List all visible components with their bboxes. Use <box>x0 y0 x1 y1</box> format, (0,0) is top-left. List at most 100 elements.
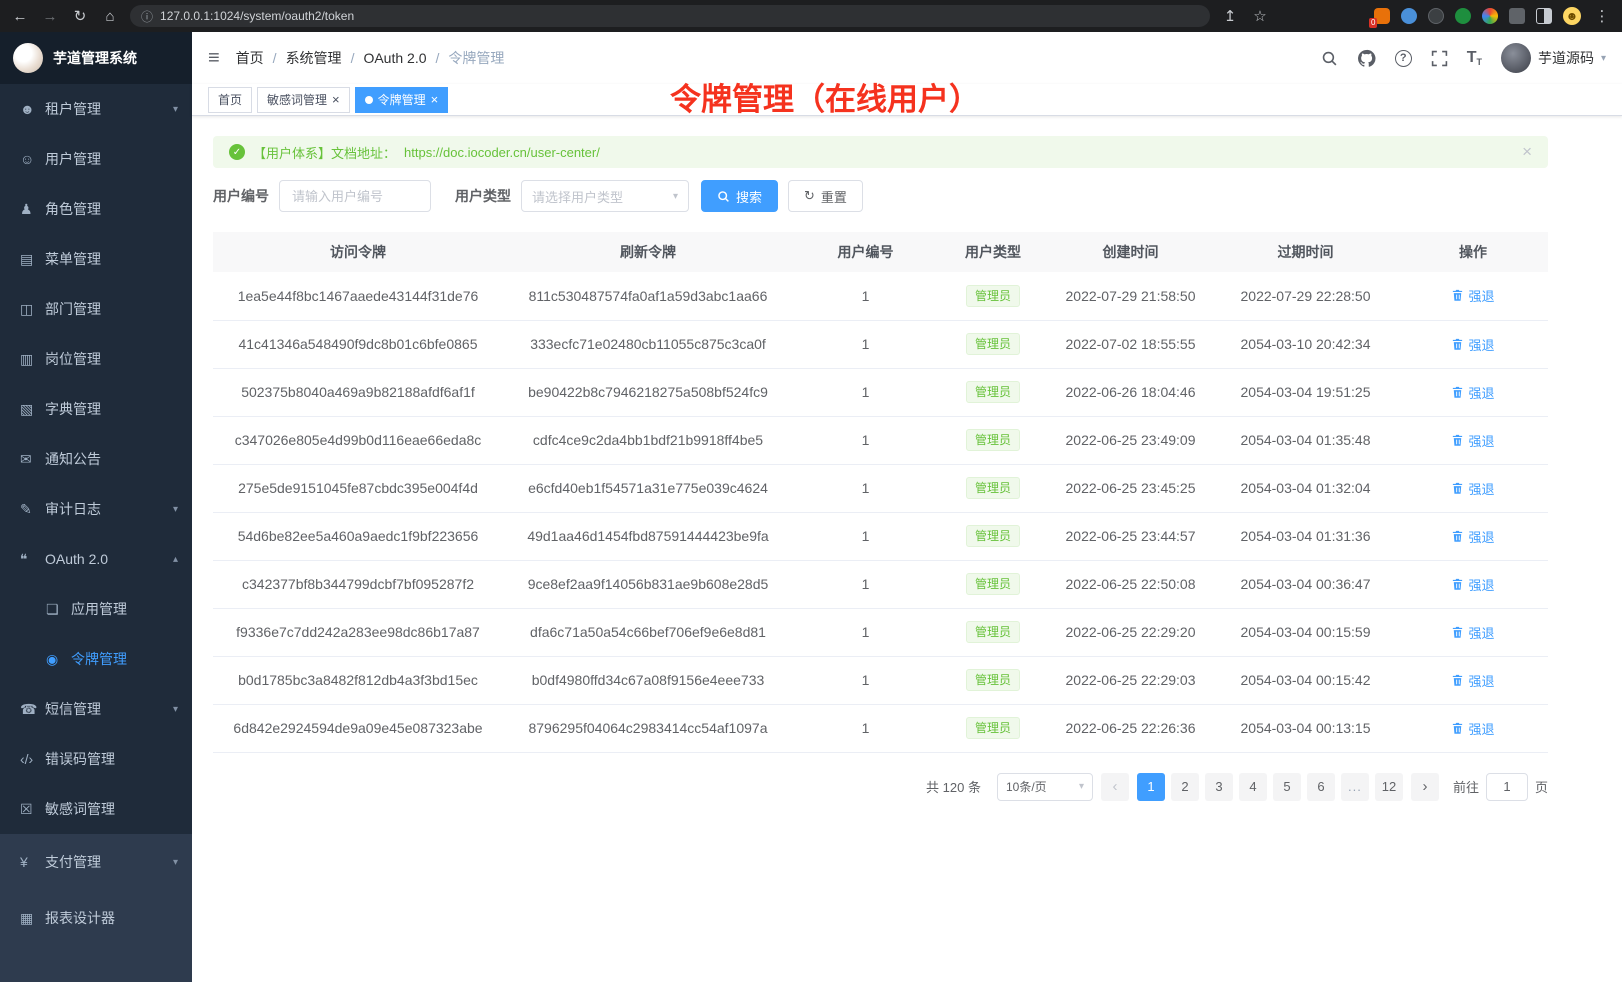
next-page-button[interactable]: › <box>1411 773 1439 801</box>
force-logout-link[interactable]: 强退 <box>1451 431 1494 450</box>
breadcrumb-item[interactable]: 系统管理 <box>286 48 342 68</box>
sidebar-item-label: 字典管理 <box>45 399 178 419</box>
page-size-select[interactable]: 10条/页 ▾ <box>997 773 1093 801</box>
search-icon[interactable] <box>1321 50 1338 67</box>
access-token-cell: 54d6be82ee5a460a9aedc1f9bf223656 <box>213 512 503 560</box>
sidebar-item-notice[interactable]: ✉通知公告 <box>0 434 192 484</box>
force-logout-link[interactable]: 强退 <box>1451 575 1494 594</box>
sms-icon: ☎ <box>20 701 45 718</box>
page-button-3[interactable]: 3 <box>1205 773 1233 801</box>
expire-time-cell: 2054-03-04 19:51:25 <box>1213 368 1398 416</box>
force-logout-label: 强退 <box>1468 671 1494 690</box>
force-logout-link[interactable]: 强退 <box>1451 335 1494 354</box>
sidebar-toggle-icon[interactable]: ≡ <box>208 47 220 70</box>
reset-button[interactable]: ↻ 重置 <box>788 180 863 212</box>
page-button-4[interactable]: 4 <box>1239 773 1267 801</box>
user-id-cell: 1 <box>793 560 938 608</box>
page-button-12[interactable]: 12 <box>1375 773 1403 801</box>
tab-home[interactable]: 首页 <box>208 87 252 113</box>
sidebar-item-menu[interactable]: ▤菜单管理 <box>0 234 192 284</box>
tab-label: 令牌管理 <box>378 91 426 108</box>
breadcrumb-item: 令牌管理 <box>448 48 504 68</box>
tab-sensitive[interactable]: 敏感词管理× <box>257 87 350 113</box>
font-size-icon[interactable]: TT <box>1467 49 1482 67</box>
sidebar-item-sms[interactable]: ☎短信管理▾ <box>0 684 192 734</box>
sidebar-item-oauth[interactable]: ❝OAuth 2.0▴ <box>0 534 192 584</box>
created-time-cell: 2022-06-25 23:49:09 <box>1048 416 1213 464</box>
extension-icon[interactable] <box>1482 8 1498 24</box>
tab-token[interactable]: 令牌管理 × <box>355 87 449 113</box>
search-button[interactable]: 搜索 <box>701 180 778 212</box>
force-logout-link[interactable]: 强退 <box>1451 383 1494 402</box>
sidebar-item-role[interactable]: ♟角色管理 <box>0 184 192 234</box>
sidebar-item-pay[interactable]: ¥支付管理▾ <box>0 834 192 890</box>
sidebar-item-dict[interactable]: ▧字典管理 <box>0 384 192 434</box>
sidebar-item-dept[interactable]: ◫部门管理 <box>0 284 192 334</box>
page-button-5[interactable]: 5 <box>1273 773 1301 801</box>
browser-reload-icon[interactable]: ↻ <box>70 7 90 25</box>
extension-icon[interactable] <box>1455 8 1471 24</box>
sidebar-item-tenant[interactable]: ☻租户管理▾ <box>0 84 192 134</box>
access-token-cell: 1ea5e44f8bc1467aaede43144f31de76 <box>213 272 503 320</box>
page-button-6[interactable]: 6 <box>1307 773 1335 801</box>
main-area: ≡ 首页/系统管理/OAuth 2.0/令牌管理 ? TT 芋道源码 ▾ 首页敏… <box>192 32 1622 982</box>
extension-icon[interactable]: 0 <box>1374 8 1390 24</box>
pages-ellipsis-button[interactable]: ... <box>1341 773 1369 801</box>
sidebar-item-report[interactable]: ▦报表设计器 <box>0 890 192 946</box>
force-logout-link[interactable]: 强退 <box>1451 286 1494 305</box>
extension-icon[interactable] <box>1428 8 1444 24</box>
column-header: 刷新令牌 <box>503 232 793 272</box>
sidebar-item-post[interactable]: ▥岗位管理 <box>0 334 192 384</box>
sidepanel-icon[interactable] <box>1536 8 1552 24</box>
goto-page-input[interactable] <box>1486 773 1528 801</box>
breadcrumb-separator: / <box>436 50 440 66</box>
force-logout-link[interactable]: 强退 <box>1451 623 1494 642</box>
browser-forward-icon[interactable]: → <box>40 8 60 25</box>
department-icon: ◫ <box>20 301 45 318</box>
extension-icon[interactable] <box>1509 8 1525 24</box>
github-icon[interactable] <box>1357 49 1376 68</box>
sidebar-item-audit[interactable]: ✎审计日志▾ <box>0 484 192 534</box>
force-logout-link[interactable]: 强退 <box>1451 479 1494 498</box>
browser-home-icon[interactable]: ⌂ <box>100 8 120 25</box>
tab-close-icon[interactable]: × <box>431 93 439 106</box>
browser-profile-avatar[interactable]: ☻ <box>1563 7 1581 25</box>
chevron-down-icon: ▾ <box>673 191 678 202</box>
app-logo[interactable]: 芋道管理系统 <box>0 32 192 84</box>
breadcrumb-item[interactable]: OAuth 2.0 <box>363 50 426 66</box>
share-icon[interactable]: ↥ <box>1220 7 1240 25</box>
browser-back-icon[interactable]: ← <box>10 8 30 25</box>
sidebar-item-label: 通知公告 <box>45 449 178 469</box>
doc-link[interactable]: https://doc.iocoder.cn/user-center/ <box>404 145 600 160</box>
breadcrumb-item[interactable]: 首页 <box>236 48 264 68</box>
page-button-2[interactable]: 2 <box>1171 773 1199 801</box>
menu-list-icon: ▤ <box>20 251 45 268</box>
user-id-cell: 1 <box>793 608 938 656</box>
user-type-select[interactable]: 请选择用户类型 ▾ <box>521 180 689 212</box>
prev-page-button[interactable]: ‹ <box>1101 773 1129 801</box>
sidebar-item-oauth-app[interactable]: ❏应用管理 <box>0 584 192 634</box>
sidebar-item-oauth-token[interactable]: ◉令牌管理 <box>0 634 192 684</box>
sidebar-item-user[interactable]: ☺用户管理 <box>0 134 192 184</box>
help-icon[interactable]: ? <box>1395 50 1412 67</box>
page-content: ✓ 【用户体系】文档地址： https://doc.iocoder.cn/use… <box>192 116 1622 801</box>
bookmark-star-icon[interactable]: ☆ <box>1250 7 1270 25</box>
fullscreen-icon[interactable] <box>1431 50 1448 67</box>
alert-close-icon[interactable]: × <box>1522 142 1532 162</box>
sidebar-item-sensitive[interactable]: ☒敏感词管理 <box>0 784 192 834</box>
user-menu[interactable]: 芋道源码 ▾ <box>1501 43 1606 73</box>
page-button-1[interactable]: 1 <box>1137 773 1165 801</box>
site-info-icon[interactable]: ⓘ <box>141 8 153 25</box>
force-logout-link[interactable]: 强退 <box>1451 719 1494 738</box>
force-logout-link[interactable]: 强退 <box>1451 527 1494 546</box>
browser-menu-icon[interactable]: ⋮ <box>1592 7 1612 25</box>
address-bar[interactable]: ⓘ 127.0.0.1:1024/system/oauth2/token <box>130 5 1210 27</box>
user-id-input[interactable] <box>279 180 431 212</box>
extension-icon[interactable] <box>1401 8 1417 24</box>
tab-close-icon[interactable]: × <box>332 93 340 106</box>
sidebar-item-errorcode[interactable]: ‹/›错误码管理 <box>0 734 192 784</box>
sidebar-item-label: 用户管理 <box>45 149 178 169</box>
force-logout-link[interactable]: 强退 <box>1451 671 1494 690</box>
tags-view-bar: 首页敏感词管理× 令牌管理 × <box>192 84 1622 116</box>
sidebar-item-label: 令牌管理 <box>71 649 178 669</box>
